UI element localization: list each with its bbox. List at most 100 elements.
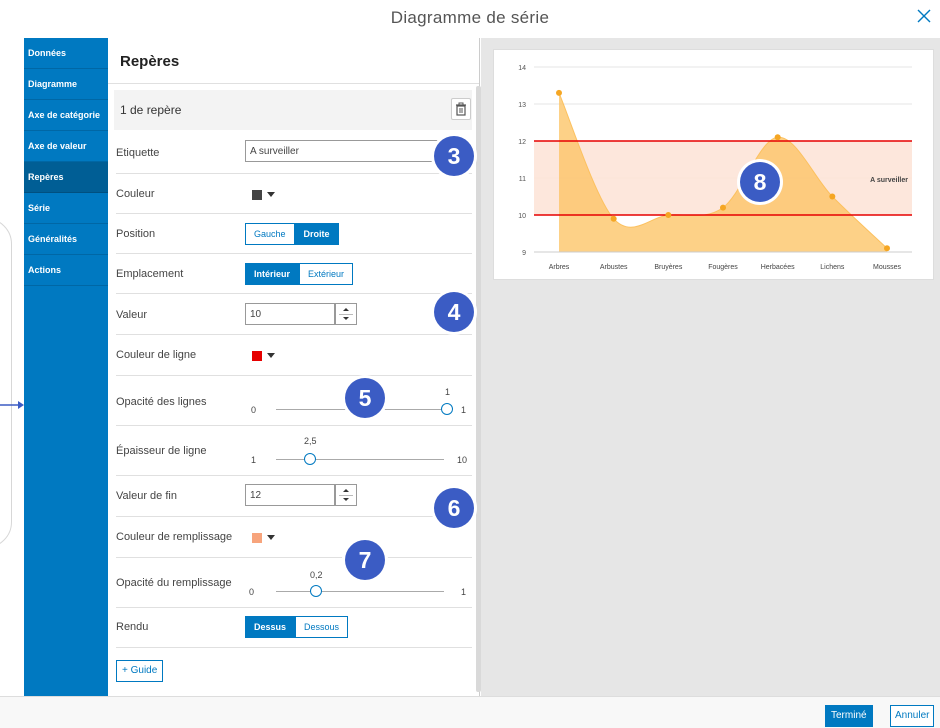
label-input[interactable]: [245, 140, 445, 162]
y-tick-label: 12: [518, 139, 526, 146]
fill-opacity-current: 0,2: [310, 570, 323, 580]
fill-color-dropdown-caret[interactable]: [267, 535, 275, 540]
value-stepper[interactable]: [335, 303, 357, 325]
line-width-min: 1: [251, 455, 257, 465]
color-field-label: Couleur: [116, 188, 155, 200]
x-tick-label: Arbustes: [600, 264, 628, 271]
guide-label: A surveiller: [870, 177, 908, 184]
x-tick-label: Bruyères: [654, 264, 683, 271]
render-field-label: Rendu: [116, 621, 149, 633]
marker-header: 1 de repère: [114, 90, 472, 130]
arrow-right-icon: [0, 401, 24, 409]
dialog-titlebar: Diagramme de série: [0, 0, 940, 38]
color-swatch[interactable]: [252, 190, 262, 200]
fill-opacity-track[interactable]: [276, 591, 444, 592]
series-chart: 9 10 11 12 13 14 A surveiller Arbres Arbustes Bru…: [518, 65, 912, 271]
line-width-current: 2,5: [304, 436, 317, 446]
line-color-field-label: Couleur de ligne: [116, 349, 197, 361]
outer-left-margin: [0, 38, 24, 696]
sidebar: Données Diagramme Axe de catégorie Axe d…: [24, 38, 108, 696]
row-line-opacity: Opacité des lignes 1 0 1: [116, 376, 472, 426]
position-left-button[interactable]: Gauche: [245, 223, 295, 245]
x-tick-label: Mousses: [873, 264, 902, 271]
line-opacity-field-label: Opacité des lignes: [116, 396, 207, 408]
value-input[interactable]: [245, 303, 335, 325]
data-point: [720, 204, 726, 211]
done-button[interactable]: Terminé: [825, 705, 873, 727]
end-value-field-label: Valeur de fin: [116, 490, 177, 502]
y-tick-label: 10: [518, 213, 526, 220]
row-end-value: Valeur de fin: [116, 476, 472, 517]
data-point: [829, 193, 836, 200]
row-fill-opacity: Opacité du remplissage 0,2 0 1: [116, 558, 472, 608]
line-color-dropdown-caret[interactable]: [267, 353, 275, 358]
sidebar-item-donnees[interactable]: Données: [24, 38, 108, 69]
marker-count-label: 1 de repère: [120, 103, 182, 117]
fill-opacity-field-label: Opacité du remplissage: [116, 577, 232, 589]
row-fill-color: Couleur de remplissage: [116, 517, 472, 558]
fill-opacity-thumb[interactable]: [310, 585, 322, 597]
sidebar-item-axe-categorie[interactable]: Axe de catégorie: [24, 100, 108, 131]
line-width-track[interactable]: [276, 459, 444, 460]
fill-opacity-max: 1: [461, 587, 467, 597]
color-dropdown-caret[interactable]: [267, 192, 275, 197]
callout-badge-6: 6: [434, 488, 474, 528]
panel-title: Repères: [108, 38, 479, 84]
row-position: Position Gauche Droite: [116, 214, 472, 254]
placement-outside-button[interactable]: Extérieur: [299, 263, 354, 285]
x-tick-label: Herbacées: [761, 264, 795, 271]
callout-badge-5: 5: [345, 378, 385, 418]
sidebar-item-diagramme[interactable]: Diagramme: [24, 69, 108, 100]
row-line-width: Épaisseur de ligne 2,5 1 10: [116, 426, 472, 476]
close-icon[interactable]: [914, 6, 934, 26]
dialog-title: Diagramme de série: [390, 8, 550, 27]
render-toggle: Dessus Dessous: [245, 616, 349, 638]
sidebar-item-generalites[interactable]: Généralités: [24, 224, 108, 255]
line-color-swatch[interactable]: [252, 351, 262, 361]
sidebar-item-actions[interactable]: Actions: [24, 255, 108, 286]
line-opacity-min: 0: [251, 405, 257, 415]
placement-field-label: Emplacement: [116, 268, 184, 280]
settings-panel: Repères 1 de repère Etiquette Couleur Po…: [108, 38, 480, 696]
cancel-button[interactable]: Annuler: [890, 705, 935, 727]
callout-badge-7: 7: [345, 540, 385, 580]
chart-preview: 9 10 11 12 13 14 A surveiller Arbres Arbustes Bru…: [493, 49, 934, 280]
position-right-button[interactable]: Droite: [294, 223, 339, 245]
trash-icon: [456, 102, 466, 116]
add-guide-button[interactable]: + Guide: [116, 660, 164, 682]
delete-marker-button[interactable]: [451, 98, 471, 120]
end-value-stepper[interactable]: [335, 484, 357, 506]
data-point: [665, 212, 672, 218]
x-tick-label: Fougères: [708, 264, 738, 271]
sidebar-item-reperes[interactable]: Repères: [24, 162, 108, 193]
connector-arc: [0, 218, 12, 548]
data-point: [774, 134, 781, 141]
line-opacity-max: 1: [461, 405, 467, 415]
y-tick-label: 9: [522, 250, 526, 257]
x-tick-label: Arbres: [549, 264, 570, 271]
data-point: [884, 245, 890, 252]
y-tick-label: 11: [519, 176, 526, 183]
position-field-label: Position: [116, 228, 156, 240]
row-label: Etiquette: [116, 134, 472, 174]
render-above-button[interactable]: Dessus: [245, 616, 296, 638]
sidebar-item-serie[interactable]: Série: [24, 193, 108, 224]
data-point: [610, 215, 617, 222]
line-opacity-current: 1: [445, 387, 451, 397]
line-opacity-thumb[interactable]: [441, 403, 453, 415]
x-tick-label: Lichens: [820, 264, 845, 271]
line-width-max: 10: [457, 455, 468, 465]
render-below-button[interactable]: Dessous: [295, 616, 349, 638]
position-toggle: Gauche Droite: [245, 223, 339, 245]
fill-color-swatch[interactable]: [252, 533, 262, 543]
dialog-footer: Terminé Annuler: [0, 696, 940, 728]
row-line-color: Couleur de ligne: [116, 335, 472, 376]
end-value-input[interactable]: [245, 484, 335, 506]
sidebar-item-axe-valeur[interactable]: Axe de valeur: [24, 131, 108, 162]
placement-inside-button[interactable]: Intérieur: [245, 263, 300, 285]
row-value: Valeur: [116, 294, 472, 335]
y-tick-label: 14: [518, 65, 526, 72]
y-tick-label: 13: [518, 102, 526, 109]
data-point: [556, 89, 562, 96]
line-width-thumb[interactable]: [304, 453, 316, 465]
